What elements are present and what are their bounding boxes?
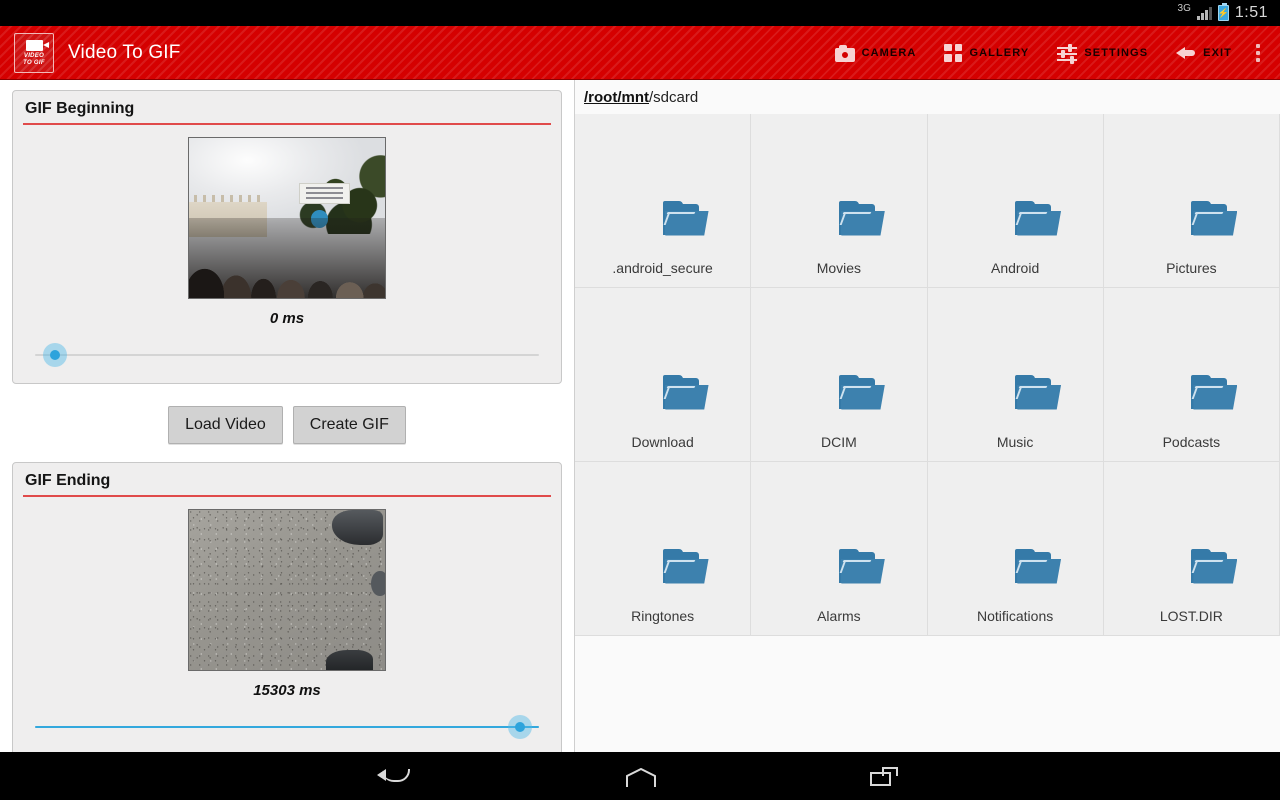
editor-buttons: Load Video Create GIF [12, 406, 562, 444]
folder-item[interactable]: .android_secure [575, 114, 751, 288]
battery-charging-icon: ⚡ [1218, 5, 1229, 21]
gif-ending-title: GIF Ending [23, 471, 551, 495]
action-settings[interactable]: SETTINGS [1043, 26, 1162, 79]
folder-item[interactable]: Music [928, 288, 1104, 462]
slider-track [35, 354, 539, 356]
app-title: Video To GIF [68, 42, 181, 64]
folder-label: LOST.DIR [1160, 608, 1223, 624]
device-screen: 3G ⚡ 1:51 VIDEO TO GIF Video To GIF CAME… [0, 0, 1280, 800]
gif-beginning-title: GIF Beginning [23, 99, 551, 123]
folder-item[interactable]: Alarms [751, 462, 927, 636]
folder-label: Movies [817, 260, 861, 276]
load-video-button[interactable]: Load Video [168, 406, 283, 444]
gif-beginning-slider[interactable] [23, 341, 551, 369]
title-rule [23, 123, 551, 125]
back-nav-icon[interactable] [374, 761, 418, 791]
folder-label: Android [991, 260, 1039, 276]
breadcrumb-root[interactable]: /root/mnt [584, 89, 649, 106]
gif-beginning-thumbnail[interactable] [188, 137, 386, 299]
action-camera-label: CAMERA [862, 47, 917, 59]
folder-label: Ringtones [631, 608, 694, 624]
action-settings-label: SETTINGS [1084, 47, 1148, 59]
folder-item[interactable]: Pictures [1104, 114, 1280, 288]
folder-item[interactable]: Ringtones [575, 462, 751, 636]
action-bar-actions: CAMERA GALLERY SETTINGS EXIT [821, 26, 1280, 79]
system-navigation-bar [0, 752, 1280, 800]
gif-beginning-preview-wrap [23, 137, 551, 299]
action-camera[interactable]: CAMERA [821, 26, 931, 79]
title-rule [23, 495, 551, 497]
folder-grid: .android_secure Movies Android Pictures … [575, 114, 1280, 636]
grid-icon [944, 44, 962, 62]
folder-label: Notifications [977, 608, 1053, 624]
action-exit-label: EXIT [1203, 47, 1232, 59]
action-gallery-label: GALLERY [969, 47, 1029, 59]
app-logo-line1: VIDEO [24, 53, 44, 59]
gif-ending-preview-wrap [23, 509, 551, 671]
folder-label: DCIM [821, 434, 857, 450]
folder-label: Podcasts [1163, 434, 1221, 450]
action-exit[interactable]: EXIT [1162, 26, 1246, 79]
folder-label: Download [631, 434, 693, 450]
gif-beginning-time-label: 0 ms [23, 310, 551, 327]
ground-photo [189, 510, 385, 670]
folder-label: Alarms [817, 608, 861, 624]
breadcrumb[interactable]: /root/mnt/sdcard [575, 80, 1280, 114]
action-gallery[interactable]: GALLERY [930, 26, 1043, 79]
main-content: GIF Beginning 0 ms [0, 80, 1280, 752]
camera-icon [835, 43, 855, 63]
folder-item[interactable]: Podcasts [1104, 288, 1280, 462]
gif-ending-thumbnail[interactable] [188, 509, 386, 671]
gif-editor-pane: GIF Beginning 0 ms [0, 80, 575, 752]
folder-item[interactable]: Download [575, 288, 751, 462]
slider-thumb[interactable] [43, 343, 67, 367]
create-gif-button[interactable]: Create GIF [293, 406, 406, 444]
action-bar: VIDEO TO GIF Video To GIF CAMERA GALLERY… [0, 26, 1280, 80]
recents-nav-icon[interactable] [862, 761, 906, 791]
signal-strength-icon [1197, 6, 1212, 20]
gif-ending-time-label: 15303 ms [23, 682, 551, 699]
folder-item[interactable]: Notifications [928, 462, 1104, 636]
slider-fill [35, 726, 539, 728]
slider-thumb[interactable] [508, 715, 532, 739]
back-arrow-icon [1176, 43, 1196, 63]
crowd-photo [189, 138, 385, 298]
folder-item[interactable]: DCIM [751, 288, 927, 462]
sliders-icon [1057, 43, 1077, 63]
clock-label: 1:51 [1235, 4, 1268, 22]
folder-item[interactable]: LOST.DIR [1104, 462, 1280, 636]
status-bar: 3G ⚡ 1:51 [0, 0, 1280, 26]
gif-beginning-card: GIF Beginning 0 ms [12, 90, 562, 384]
folder-label: .android_secure [612, 260, 712, 276]
folder-item[interactable]: Android [928, 114, 1104, 288]
network-type-label: 3G [1178, 4, 1191, 14]
app-logo-line2: TO GIF [23, 60, 45, 66]
folder-label: Music [997, 434, 1034, 450]
gif-ending-slider[interactable] [23, 713, 551, 741]
folder-label: Pictures [1166, 260, 1217, 276]
folder-item[interactable]: Movies [751, 114, 927, 288]
file-browser-pane: /root/mnt/sdcard .android_secure Movies … [575, 80, 1280, 752]
overflow-menu-icon[interactable] [1246, 44, 1276, 62]
breadcrumb-current: /sdcard [649, 89, 698, 106]
video-camera-glyph [26, 40, 43, 51]
gif-ending-card: GIF Ending 15303 ms [12, 462, 562, 756]
home-nav-icon[interactable] [618, 761, 662, 791]
app-logo-icon: VIDEO TO GIF [14, 33, 54, 73]
